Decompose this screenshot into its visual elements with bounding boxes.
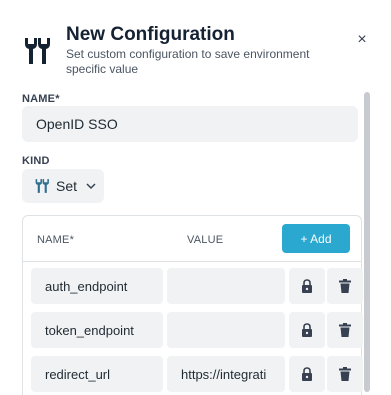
config-table: NAME* VALUE + Add auth_endpoint token_en… [22, 215, 363, 395]
kind-select[interactable]: Set [22, 169, 104, 203]
scrollbar-thumb[interactable] [364, 92, 370, 392]
tools-icon [25, 38, 50, 64]
trash-icon[interactable] [327, 268, 363, 304]
tools-icon [35, 179, 49, 193]
name-label: NAME* [22, 93, 60, 105]
overflow-fade [269, 356, 285, 392]
table-row: auth_endpoint [31, 268, 371, 304]
key-field[interactable]: token_endpoint [31, 312, 163, 348]
scrollbar[interactable] [363, 88, 371, 395]
dialog-header: New Configuration Set custom configurati… [22, 24, 372, 84]
value-field[interactable] [167, 312, 285, 348]
column-header-name: NAME* [37, 234, 75, 246]
table-row: redirect_url https://integrati [31, 356, 371, 392]
column-header-value: VALUE [187, 234, 224, 246]
trash-icon[interactable] [327, 312, 363, 348]
close-icon[interactable]: × [354, 32, 370, 48]
table-header: NAME* VALUE + Add [23, 216, 361, 262]
dialog-subtitle: Set custom configuration to save environ… [66, 47, 310, 76]
trash-icon[interactable] [327, 356, 363, 392]
lock-icon[interactable] [289, 356, 325, 392]
kind-label: KIND [22, 155, 50, 167]
dialog-title: New Configuration [66, 24, 235, 45]
value-field[interactable] [167, 268, 285, 304]
value-text: https://integrati [181, 366, 267, 382]
lock-icon[interactable] [289, 312, 325, 348]
add-row-button[interactable]: + Add [282, 224, 350, 253]
value-field[interactable]: https://integrati [167, 356, 285, 392]
key-field[interactable]: redirect_url [31, 356, 163, 392]
name-field[interactable]: OpenID SSO [22, 106, 358, 142]
chevron-down-icon [86, 183, 96, 190]
table-row: token_endpoint [31, 312, 371, 348]
kind-value: Set [56, 178, 78, 194]
key-field[interactable]: auth_endpoint [31, 268, 163, 304]
lock-icon[interactable] [289, 268, 325, 304]
